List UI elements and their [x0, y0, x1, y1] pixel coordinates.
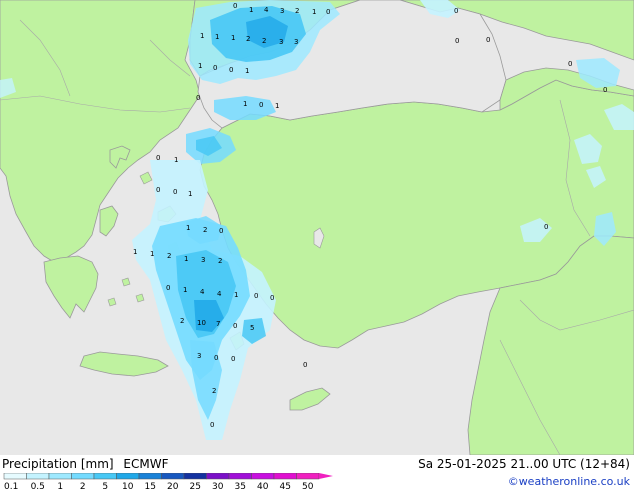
value-label: 2	[180, 317, 184, 325]
legend-tick-label: 2	[80, 482, 86, 490]
value-label: 1	[183, 286, 187, 294]
value-label: 1	[198, 62, 202, 70]
legend-swatch	[206, 473, 230, 480]
legend-swatch	[161, 473, 185, 480]
variable-label: Precipitation [mm]	[2, 457, 114, 471]
value-label: 1	[275, 102, 279, 110]
value-label: 0	[303, 361, 307, 369]
model-label: ECMWF	[123, 457, 169, 471]
value-label: 1	[150, 250, 154, 258]
color-legend: 0.1 0.5 1 2 5 10 15 20 25 30 35 40 45 50	[3, 473, 333, 490]
value-label: 2	[203, 226, 207, 234]
value-label: 1	[312, 8, 316, 16]
legend-tick-label: 40	[257, 482, 269, 490]
legend-swatch	[26, 473, 50, 480]
value-label: 10	[197, 319, 206, 327]
legend-swatch	[3, 473, 27, 480]
map: 0 1 4 3 2 1 0 1 1 1 2 2 3 3 1 0 0 1 0 1 …	[0, 0, 634, 455]
value-label: 3	[279, 38, 283, 46]
legend-tick-label: 0.5	[31, 482, 45, 490]
legend-tick-label: 20	[167, 482, 179, 490]
legend-tick-label: 1	[57, 482, 63, 490]
value-label: 0	[214, 354, 218, 362]
legend-swatch	[296, 473, 320, 480]
footer-bar: Precipitation [mm] ECMWF Sa 25-01-2025 2…	[0, 455, 634, 490]
legend-swatch	[183, 473, 207, 480]
value-label: 4	[200, 288, 205, 296]
value-label: 1	[186, 224, 190, 232]
legend-arrow	[319, 473, 333, 479]
value-label: 3	[197, 352, 201, 360]
legend-tick-label: 30	[212, 482, 224, 490]
legend-swatch	[138, 473, 162, 480]
value-label: 0	[544, 223, 548, 231]
valid-time: Sa 25-01-2025 21..00 UTC (12+84)	[418, 457, 630, 471]
value-label: 1	[184, 255, 188, 263]
value-label: 0	[196, 94, 200, 102]
legend-swatch	[48, 473, 72, 480]
legend-swatch	[251, 473, 275, 480]
legend-swatch	[228, 473, 252, 480]
value-label: 7	[216, 320, 220, 328]
value-label: 0	[229, 66, 233, 74]
value-label: 0	[454, 7, 458, 15]
legend-tick-label: 45	[280, 482, 291, 490]
value-label: 0	[231, 355, 235, 363]
value-label: 1	[234, 291, 238, 299]
legend-tick-label: 0.1	[4, 482, 18, 490]
value-label: 3	[201, 256, 205, 264]
value-label: 2	[246, 35, 250, 43]
value-label: 0	[213, 64, 217, 72]
value-label: 1	[231, 34, 235, 42]
value-label: 0	[173, 188, 177, 196]
value-label: 2	[167, 252, 171, 260]
value-label: 1	[249, 6, 253, 14]
value-label: 1	[245, 67, 249, 75]
value-label: 0	[219, 227, 223, 235]
legend-tick-label: 15	[145, 482, 156, 490]
value-label: 2	[218, 257, 222, 265]
legend-swatch	[71, 473, 95, 480]
legend-tick-label: 5	[102, 482, 108, 490]
value-label: 2	[262, 37, 266, 45]
value-label: 2	[212, 387, 216, 395]
value-label: 4	[217, 290, 222, 298]
precipitation-map-screen: 0 1 4 3 2 1 0 1 1 1 2 2 3 3 1 0 0 1 0 1 …	[0, 0, 634, 490]
value-label: 0	[156, 186, 160, 194]
value-label: 1	[174, 156, 178, 164]
legend-swatch	[116, 473, 140, 480]
value-label: 0	[455, 37, 459, 45]
value-label: 5	[250, 324, 254, 332]
value-label: 2	[295, 7, 299, 15]
value-label: 1	[133, 248, 137, 256]
value-label: 3	[294, 38, 298, 46]
value-label: 0	[270, 294, 274, 302]
legend-tick-label: 35	[235, 482, 246, 490]
value-label: 0	[166, 284, 170, 292]
value-label: 0	[326, 8, 330, 16]
value-label: 0	[259, 101, 263, 109]
site-credit[interactable]: ©weatheronline.co.uk	[508, 475, 630, 488]
value-label: 0	[254, 292, 258, 300]
legend-swatch	[273, 473, 297, 480]
map-title: Precipitation [mm] ECMWF	[2, 457, 174, 471]
legend-tick-label: 10	[122, 482, 134, 490]
value-label: 0	[233, 322, 237, 330]
value-label: 0	[603, 86, 607, 94]
value-label: 0	[210, 421, 214, 429]
value-label: 1	[243, 100, 247, 108]
value-label: 1	[200, 32, 204, 40]
value-label: 0	[233, 2, 237, 10]
value-label: 0	[568, 60, 572, 68]
value-label: 3	[280, 7, 284, 15]
legend-tick-label: 50	[302, 482, 314, 490]
value-label: 0	[486, 36, 490, 44]
value-label: 1	[215, 33, 219, 41]
value-label: 0	[156, 154, 160, 162]
legend-swatch	[93, 473, 117, 480]
legend-tick-label: 25	[190, 482, 201, 490]
value-label: 1	[188, 190, 192, 198]
value-label: 4	[264, 6, 269, 14]
